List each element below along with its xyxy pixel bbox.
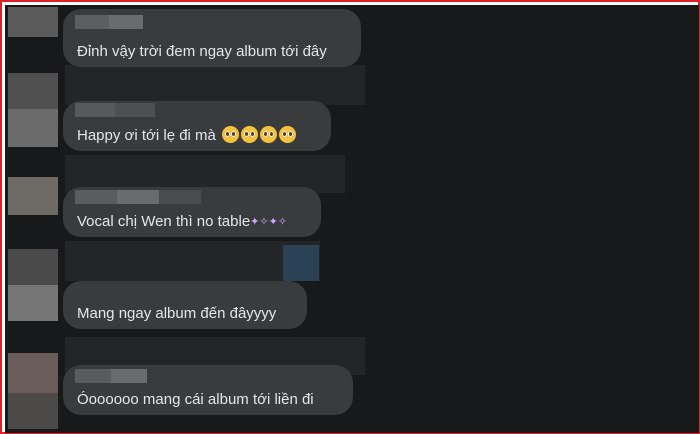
pleading-face-icon xyxy=(279,126,297,143)
comment-bubble[interactable]: Vocal chị Wen thì no table✦✧✦✧ xyxy=(63,187,321,237)
comment-text: Mang ngay album đến đâyyyy xyxy=(77,305,277,322)
comment-text: Đỉnh vậy trời đem ngay album tới đây xyxy=(77,43,327,60)
comment-bubble[interactable]: Đỉnh vậy trời đem ngay album tới đây xyxy=(63,9,361,67)
sparkles-icon: ✦✧ xyxy=(250,216,269,228)
redacted-area xyxy=(65,65,365,105)
comment-bubble[interactable]: Óoooooo mang cái album tới liền đi xyxy=(63,365,353,415)
avatar[interactable] xyxy=(8,353,58,393)
pleading-face-icon xyxy=(260,126,278,143)
pleading-face-icon xyxy=(222,126,240,143)
comment-thread: Đỉnh vậy trời đem ngay album tới đây Hap… xyxy=(5,5,699,433)
sparkles-icon: ✦✧ xyxy=(268,216,288,228)
comment-bubble[interactable]: Mang ngay album đến đâyyyy xyxy=(63,281,307,329)
avatar[interactable] xyxy=(8,109,58,147)
comment-bubble[interactable]: Happy ơi tới lẹ đi mà xyxy=(63,101,331,151)
redacted-username xyxy=(75,190,201,204)
redacted-area xyxy=(65,241,320,281)
screenshot-frame: Đỉnh vậy trời đem ngay album tới đây Hap… xyxy=(0,0,700,434)
avatar[interactable] xyxy=(8,249,58,285)
comment-text: Óoooooo mang cái album tới liền đi xyxy=(77,391,314,408)
redacted-username xyxy=(75,103,155,117)
pleading-face-icon xyxy=(241,126,259,143)
avatar[interactable] xyxy=(8,177,58,215)
avatar[interactable] xyxy=(8,285,58,321)
comment-text: Happy ơi tới lẹ đi mà xyxy=(77,127,216,144)
comment-text-row: Happy ơi tới lẹ đi mà xyxy=(77,126,297,144)
redacted-username xyxy=(75,15,143,29)
redacted-username xyxy=(75,369,147,383)
avatar[interactable] xyxy=(8,73,58,109)
avatar[interactable] xyxy=(8,7,58,37)
avatar[interactable] xyxy=(8,393,58,429)
comment-text: Vocal chị Wen thì no table xyxy=(77,213,251,230)
redacted-area xyxy=(283,245,319,281)
comment-text-row: Vocal chị Wen thì no table✦✧✦✧ xyxy=(77,213,287,230)
